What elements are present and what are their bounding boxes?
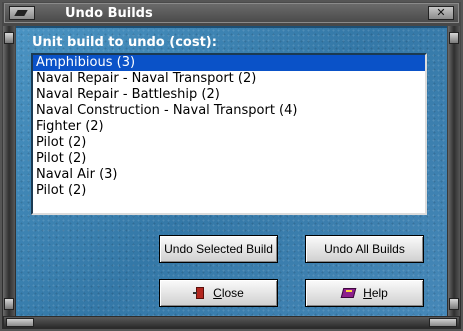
list-item[interactable]: Fighter (2) bbox=[33, 119, 425, 135]
close-button-label: Close bbox=[213, 286, 244, 300]
window-title: Undo Builds bbox=[65, 6, 153, 21]
bottom-frame-bar bbox=[4, 317, 459, 328]
list-item[interactable]: Amphibious (3) bbox=[33, 55, 425, 71]
dialog-client-area: Unit build to undo (cost): Amphibious (3… bbox=[16, 26, 447, 316]
right-resize-grip-icon[interactable] bbox=[429, 318, 457, 327]
door-exit-icon bbox=[193, 286, 207, 300]
unit-build-prompt-label: Unit build to undo (cost): bbox=[32, 35, 217, 50]
list-item[interactable]: Pilot (2) bbox=[33, 183, 425, 199]
book-icon bbox=[341, 286, 357, 300]
list-item[interactable]: Pilot (2) bbox=[33, 135, 425, 151]
close-button[interactable]: Close bbox=[159, 279, 278, 307]
help-button[interactable]: Help bbox=[305, 279, 424, 307]
window-close-button[interactable]: ✕ bbox=[428, 6, 454, 20]
left-resize-grip-icon[interactable] bbox=[6, 318, 34, 327]
unit-build-listbox[interactable]: Amphibious (3) Naval Repair - Naval Tran… bbox=[31, 53, 427, 215]
right-frame-rail bbox=[448, 26, 460, 316]
undo-selected-build-label: Undo Selected Build bbox=[164, 242, 273, 256]
undo-selected-build-button[interactable]: Undo Selected Build bbox=[159, 235, 278, 263]
help-button-label: Help bbox=[363, 286, 388, 300]
list-item[interactable]: Pilot (2) bbox=[33, 151, 425, 167]
left-frame-rail bbox=[3, 26, 15, 316]
list-item[interactable]: Naval Repair - Battleship (2) bbox=[33, 87, 425, 103]
undo-all-builds-button[interactable]: Undo All Builds bbox=[305, 235, 424, 263]
undo-all-builds-label: Undo All Builds bbox=[324, 242, 405, 256]
undo-builds-window: Undo Builds ✕ Unit build to undo (cost):… bbox=[0, 0, 463, 331]
list-item[interactable]: Naval Repair - Naval Transport (2) bbox=[33, 71, 425, 87]
list-item[interactable]: Naval Air (3) bbox=[33, 167, 425, 183]
title-bar[interactable]: Undo Builds ✕ bbox=[4, 3, 459, 23]
list-item[interactable]: Naval Construction - Naval Transport (4) bbox=[33, 103, 425, 119]
system-menu-icon[interactable] bbox=[9, 6, 35, 20]
